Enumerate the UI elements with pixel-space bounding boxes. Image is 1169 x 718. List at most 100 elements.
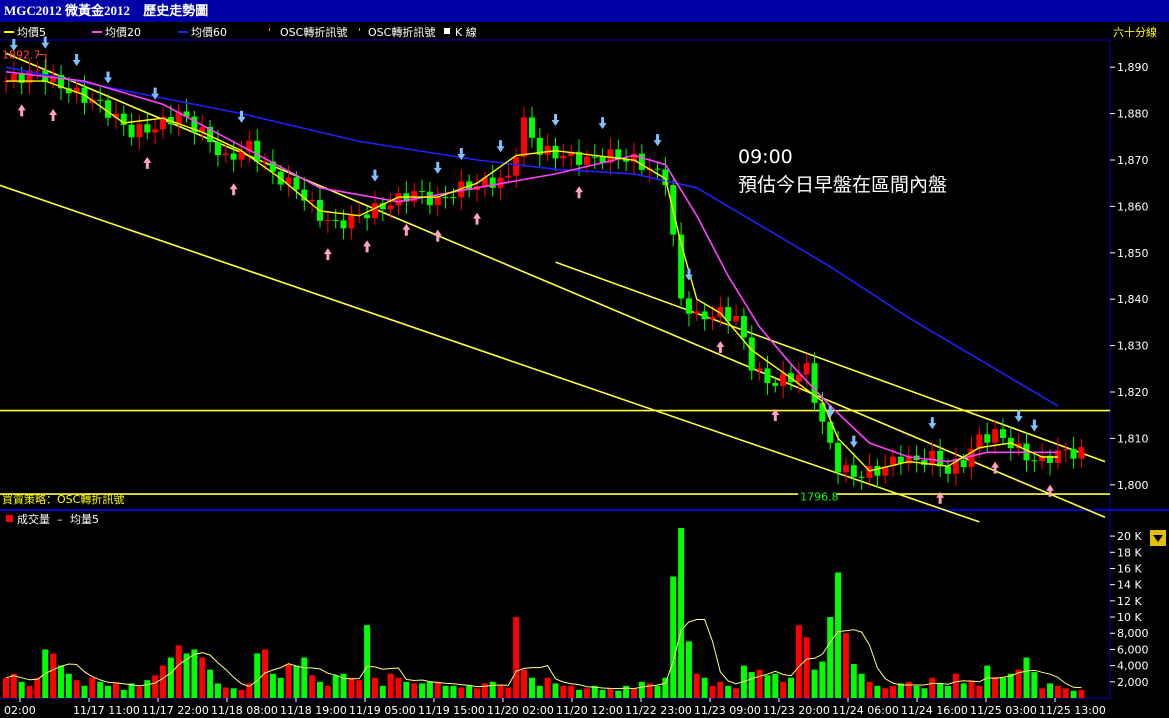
window-title: MGC2012 微黃金2012 歷史走勢圖 [0, 0, 1169, 22]
price-tick-label: 1,830 [1117, 340, 1149, 353]
volume-bar [458, 687, 465, 698]
volume-bar [419, 683, 426, 698]
price-tick-label: 1,880 [1117, 108, 1149, 121]
time-tick-label: 11/18 19:00 [280, 704, 347, 717]
volume-bar [1054, 685, 1061, 698]
volume-bar [152, 675, 159, 698]
candle-body [740, 316, 747, 338]
volume-bar [379, 685, 386, 698]
candle-body [937, 450, 944, 467]
volume-bar [756, 669, 763, 698]
volume-bar [583, 688, 590, 698]
time-tick-label: 11/24 06:00 [832, 704, 899, 717]
volume-bar [57, 665, 64, 698]
candle-body [105, 100, 112, 118]
volume-bar [411, 683, 418, 698]
volume-bar [73, 680, 80, 698]
volume-tick-label: 18 K [1117, 546, 1142, 559]
svg-text:': ' [268, 26, 271, 39]
volume-bar [238, 689, 245, 698]
candle-body [434, 196, 441, 206]
candle-body [992, 429, 999, 443]
time-tick-label: 11/24 16:00 [901, 704, 968, 717]
volume-bar [65, 673, 72, 698]
volume-bar [701, 677, 708, 698]
volume-bar [1039, 688, 1046, 698]
legend-signal-2: OSC轉折訊號 [368, 25, 435, 39]
volume-bar [984, 665, 991, 698]
candle-body [144, 124, 151, 133]
price-tick-label: 1,890 [1117, 61, 1149, 74]
volume-bar [764, 675, 771, 698]
volume-bar [348, 677, 355, 698]
svg-text:': ' [358, 26, 361, 39]
volume-bar [905, 681, 912, 698]
volume-bar [97, 681, 104, 698]
candle-body [419, 191, 426, 193]
volume-bar [811, 669, 818, 698]
candle-body [521, 117, 528, 157]
time-tick-label: 11/20 12:00 [556, 704, 623, 717]
volume-bar [921, 688, 928, 698]
volume-bar [222, 687, 229, 698]
candle-body [733, 316, 740, 322]
volume-bar [513, 617, 520, 698]
volume-bar [607, 688, 614, 698]
volume-bar [1062, 688, 1069, 698]
price-tick-label: 1,800 [1117, 479, 1149, 492]
volume-bar [882, 688, 889, 698]
volume-bar [858, 673, 865, 698]
candle-body [685, 298, 692, 314]
price-tick-label: 1,870 [1117, 154, 1149, 167]
time-tick-label: 11/23 09:00 [694, 704, 761, 717]
candle-body [395, 193, 402, 206]
volume-bar [89, 677, 96, 698]
volume-bar [426, 681, 433, 698]
volume-bar [1031, 672, 1038, 698]
svg-text:–: – [57, 513, 63, 526]
legend-kline: K 線 [455, 25, 477, 39]
volume-tick-label: 10 K [1117, 611, 1142, 624]
volume-bar [324, 685, 331, 698]
volume-bar [568, 685, 575, 698]
volume-bar [301, 657, 308, 698]
low-marker: 1796.8 [800, 491, 839, 504]
price-tick-label: 1,820 [1117, 386, 1149, 399]
candle-body [803, 363, 810, 375]
candle-body [387, 205, 394, 210]
candle-body [442, 196, 449, 198]
volume-bar [293, 665, 300, 698]
volume-tick-label: 4,000 [1117, 660, 1149, 673]
legend-ma5: 均價5 [17, 25, 46, 39]
volume-bar [874, 685, 881, 698]
volume-bar [120, 689, 127, 698]
legend-ma20: 均價20 [105, 25, 141, 39]
strategy-label: 買賣策略：OSC轉折訊號 [2, 492, 124, 506]
candle-body [152, 129, 159, 133]
volume-bar [105, 685, 112, 698]
volume-bar [536, 685, 543, 698]
volume-bar [968, 680, 975, 698]
time-tick-label: 11/25 13:00 [1039, 704, 1106, 717]
candle-body [780, 373, 787, 386]
candle-body [128, 124, 135, 138]
chart-canvas: 均價5 均價20 均價60 ' OSC轉折訊號 ' OSC轉折訊號 K 線 六十… [0, 22, 1169, 717]
volume-bar [136, 686, 143, 698]
volume-bar [631, 688, 637, 698]
candle-body [842, 465, 849, 473]
candle-body [222, 153, 229, 156]
candle-body [850, 465, 857, 477]
time-tick-label: 11/19 05:00 [349, 704, 416, 717]
candle-body [97, 99, 104, 101]
volume-bar [442, 685, 449, 698]
candle-body [513, 156, 520, 176]
candle-body [984, 434, 991, 443]
candle-body [748, 337, 755, 371]
volume-bar [262, 649, 269, 698]
candle-body [293, 177, 300, 190]
price-tick-label: 1,840 [1117, 293, 1149, 306]
candle-body [929, 450, 936, 465]
volume-tick-label: 2,000 [1117, 676, 1149, 689]
volume-bar [662, 677, 669, 698]
candle-body [324, 219, 331, 221]
